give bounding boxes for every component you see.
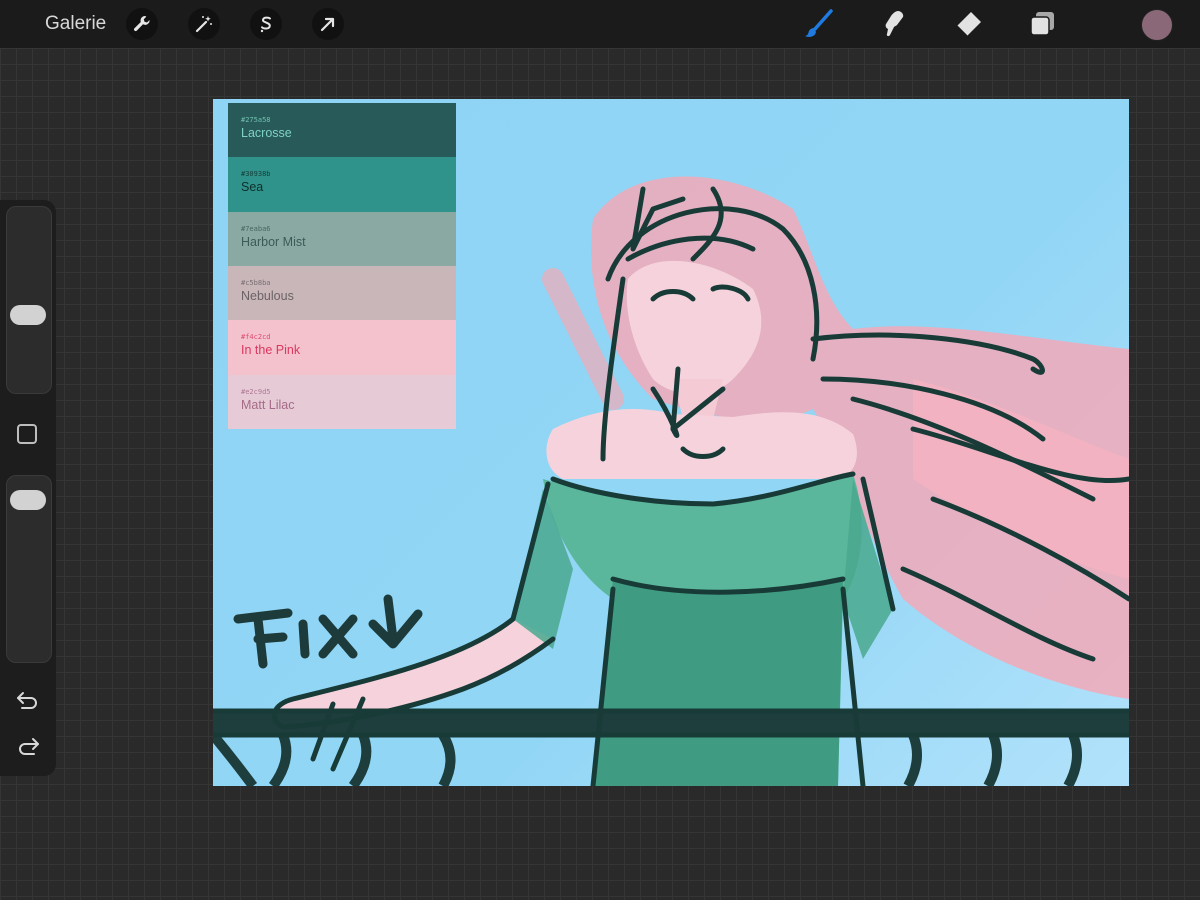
palette-swatch: #7eaba6 Harbor Mist	[228, 211, 456, 266]
palette-swatch: #e2c9d5 Matt Lilac	[228, 374, 456, 429]
magic-wand-icon[interactable]	[188, 8, 221, 40]
drawing-canvas[interactable]: #275a58 Lacrosse #30938b Sea #7eaba6 Harbor M…	[213, 99, 1129, 786]
brush-icon[interactable]	[803, 8, 835, 40]
palette-swatch: #275a58 Lacrosse	[228, 103, 456, 158]
swatch-name: Harbor Mist	[241, 234, 306, 249]
swatch-name: Lacrosse	[241, 126, 292, 140]
color-picker-button[interactable]	[1141, 9, 1173, 41]
palette-swatch: #30938b Sea	[228, 157, 456, 212]
swatch-name: In the Pink	[241, 343, 301, 358]
smudge-icon[interactable]	[878, 8, 910, 40]
swatch-hex: #e2c9d5	[241, 387, 271, 396]
swatch-hex: #7eaba6	[241, 224, 271, 233]
swatch-name: Nebulous	[241, 288, 294, 303]
undo-icon[interactable]	[14, 686, 42, 714]
top-toolbar: Galerie	[0, 0, 1200, 48]
selection-s-icon[interactable]	[250, 8, 283, 40]
left-sidebar	[0, 200, 56, 776]
palette-swatch: #f4c2cd In the Pink	[228, 320, 456, 375]
swatch-hex: #c5b8ba	[241, 278, 271, 287]
brush-size-slider[interactable]	[6, 206, 52, 394]
opacity-slider[interactable]	[6, 475, 52, 663]
redo-icon[interactable]	[14, 732, 42, 760]
modify-square-icon[interactable]	[17, 424, 37, 444]
right-tools	[780, 0, 1200, 48]
swatch-name: Sea	[241, 180, 264, 195]
opacity-thumb[interactable]	[10, 489, 46, 510]
wrench-icon[interactable]	[126, 8, 159, 40]
move-arrow-icon[interactable]	[312, 8, 345, 40]
layers-icon[interactable]	[1027, 8, 1059, 40]
brush-size-thumb[interactable]	[10, 305, 46, 326]
eraser-icon[interactable]	[952, 8, 984, 40]
swatch-name: Matt Lilac	[241, 397, 295, 412]
gallery-button[interactable]: Galerie	[45, 13, 106, 35]
swatch-hex: #f4c2cd	[241, 333, 271, 342]
palette-swatch: #c5b8ba Nebulous	[228, 265, 456, 321]
color-palette: #275a58 Lacrosse #30938b Sea #7eaba6 Harbor M…	[228, 103, 456, 429]
swatch-hex: #30938b	[241, 170, 271, 179]
swatch-hex: #275a58	[241, 116, 271, 124]
